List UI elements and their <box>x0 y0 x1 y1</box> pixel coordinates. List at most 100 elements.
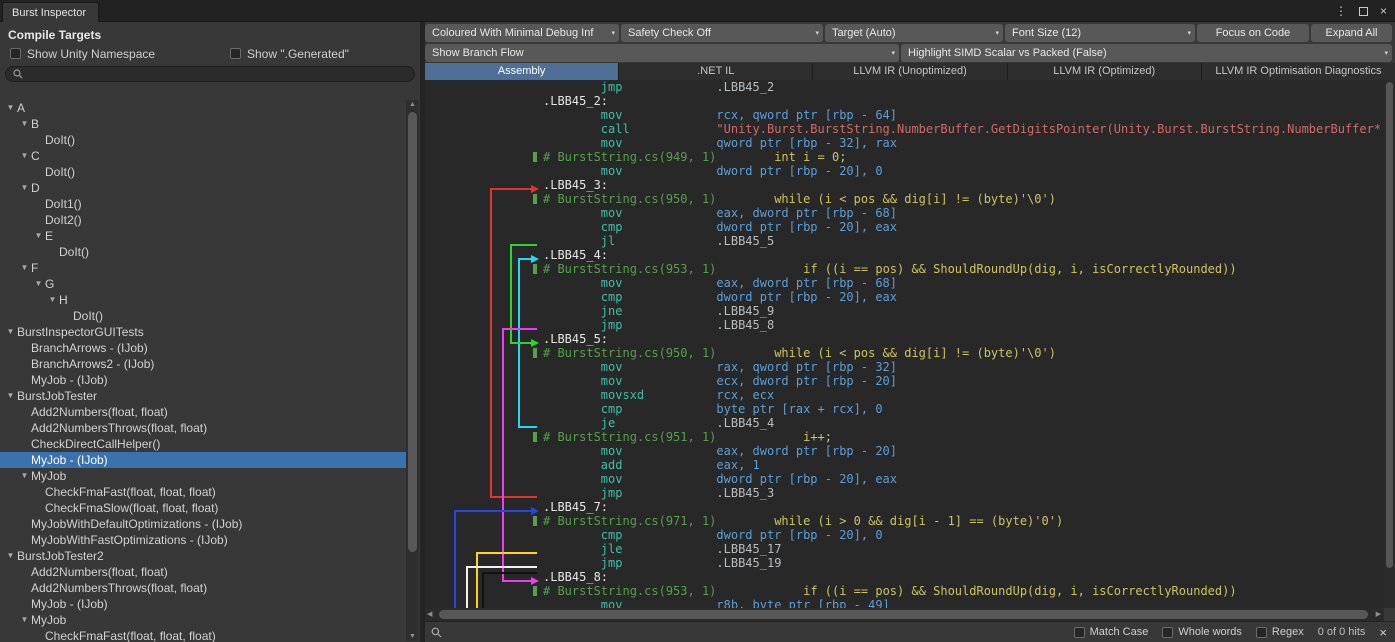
tab-assembly[interactable]: Assembly <box>425 63 619 80</box>
tree-item[interactable]: ▼BurstInspectorGUITests <box>0 324 406 340</box>
regex-checkbox[interactable] <box>1256 627 1267 638</box>
tree-item[interactable]: DoIt2() <box>0 212 406 228</box>
code-line: # BurstString.cs(953, 1) if ((i == pos) … <box>425 262 1384 276</box>
expand-all-button[interactable]: Expand All <box>1311 24 1392 42</box>
tree-item[interactable]: Add2NumbersThrows(float, float) <box>0 580 406 596</box>
tree-item[interactable]: DoIt() <box>0 244 406 260</box>
focus-on-code-button[interactable]: Focus on Code <box>1197 24 1309 42</box>
whole-words-toggle[interactable]: Whole words <box>1162 626 1242 638</box>
assembly-code-view[interactable]: jmp .LBB45_2.LBB45_2: mov rcx, qword ptr… <box>425 80 1384 608</box>
search-input[interactable] <box>28 68 407 80</box>
code-vertical-scrollbar[interactable] <box>1384 80 1395 608</box>
font-size-dropdown[interactable]: Font Size (12) ▾ <box>1005 24 1195 42</box>
show-branch-flow-dropdown[interactable]: Show Branch Flow ▾ <box>425 44 899 62</box>
fold-caret-icon[interactable]: ▼ <box>46 292 59 308</box>
tree-item[interactable]: MyJob - (IJob) <box>0 372 406 388</box>
fold-caret-icon[interactable]: ▼ <box>18 612 31 628</box>
code-line: mov rax, qword ptr [rbp - 32] <box>425 360 1384 374</box>
scroll-down-icon[interactable]: ▼ <box>406 633 419 640</box>
code-vscroll-thumb[interactable] <box>1386 82 1393 568</box>
fold-caret-icon[interactable]: ▼ <box>18 180 31 196</box>
fold-caret-icon[interactable]: ▼ <box>32 228 45 244</box>
chevron-down-icon: ▾ <box>815 29 819 37</box>
tree-scrollbar-thumb[interactable] <box>408 112 417 552</box>
tree-item[interactable]: ▼C <box>0 148 406 164</box>
tree-item[interactable]: DoIt() <box>0 132 406 148</box>
fold-caret-icon[interactable]: ▼ <box>18 116 31 132</box>
tree-item[interactable]: DoIt1() <box>0 196 406 212</box>
scroll-up-icon[interactable]: ▲ <box>406 101 419 108</box>
fold-caret-icon[interactable]: ▼ <box>4 548 17 564</box>
tree-item[interactable]: CheckFmaFast(float, float, float) <box>0 628 406 642</box>
tree-item[interactable]: BranchArrows2 - (IJob) <box>0 356 406 372</box>
fold-caret-icon[interactable]: ▼ <box>18 260 31 276</box>
show-unity-namespace-checkbox[interactable] <box>10 48 21 59</box>
tree-item[interactable]: ▼D <box>0 180 406 196</box>
tree-item[interactable]: ▼MyJob <box>0 612 406 628</box>
tree-item[interactable]: MyJobWithDefaultOptimizations - (IJob) <box>0 516 406 532</box>
tab-llvm-ir-optimized[interactable]: LLVM IR (Optimized) <box>1008 63 1202 80</box>
fold-caret-icon[interactable]: ▼ <box>32 276 45 292</box>
tree-item[interactable]: ▼MyJob <box>0 468 406 484</box>
show-unity-namespace-toggle[interactable]: Show Unity Namespace <box>10 47 230 61</box>
tree-item[interactable]: Add2NumbersThrows(float, float) <box>0 420 406 436</box>
chevron-down-icon: ▾ <box>995 29 999 37</box>
tree-search-field[interactable] <box>5 66 415 82</box>
show-generated-toggle[interactable]: Show ".Generated" <box>230 47 349 61</box>
highlight-simd-dropdown[interactable]: Highlight SIMD Scalar vs Packed (False) … <box>901 44 1392 62</box>
tree-item[interactable]: Add2Numbers(float, float) <box>0 564 406 580</box>
tree-item[interactable]: DoIt() <box>0 308 406 324</box>
tree-item[interactable]: MyJobWithFastOptimizations - (IJob) <box>0 532 406 548</box>
search-icon[interactable] <box>431 627 442 638</box>
show-unity-namespace-label: Show Unity Namespace <box>27 47 155 61</box>
search-icon <box>13 69 23 79</box>
tab-llvm-ir-unoptimized[interactable]: LLVM IR (Unoptimized) <box>813 63 1007 80</box>
maximize-icon[interactable] <box>1359 7 1368 16</box>
tree-scrollbar[interactable]: ▲ ▼ <box>406 100 419 641</box>
scroll-right-icon[interactable]: ▶ <box>1376 610 1381 618</box>
show-generated-checkbox[interactable] <box>230 48 241 59</box>
tree-item[interactable]: ▼E <box>0 228 406 244</box>
tree-item[interactable]: ▼F <box>0 260 406 276</box>
code-horizontal-scrollbar[interactable]: ◀ ▶ <box>425 608 1384 621</box>
fold-caret-icon[interactable]: ▼ <box>18 148 31 164</box>
menu-icon[interactable]: ⋮ <box>1335 4 1347 18</box>
tree-item[interactable]: BranchArrows - (IJob) <box>0 340 406 356</box>
match-case-checkbox[interactable] <box>1074 627 1085 638</box>
filter-options-row: Show Unity Namespace Show ".Generated" <box>0 44 420 62</box>
close-find-icon[interactable]: × <box>1379 626 1387 639</box>
fold-caret-icon[interactable]: ▼ <box>4 100 17 116</box>
whole-words-checkbox[interactable] <box>1162 627 1173 638</box>
match-case-toggle[interactable]: Match Case <box>1074 626 1149 638</box>
tree-item[interactable]: MyJob - (IJob) <box>0 596 406 612</box>
tab-llvm-ir-diagnostics[interactable]: LLVM IR Optimisation Diagnostics <box>1202 63 1395 80</box>
tree-item[interactable]: ▼BurstJobTester <box>0 388 406 404</box>
target-dropdown-label: Target (Auto) <box>832 27 896 39</box>
target-dropdown[interactable]: Target (Auto) ▾ <box>825 24 1003 42</box>
chevron-down-icon: ▾ <box>1187 29 1191 37</box>
tree-item[interactable]: ▼B <box>0 116 406 132</box>
debug-information-dropdown[interactable]: Coloured With Minimal Debug Inf ▾ <box>425 24 619 42</box>
fold-caret-icon[interactable]: ▼ <box>18 468 31 484</box>
tree-item-label: Add2NumbersThrows(float, float) <box>31 580 207 596</box>
safety-check-dropdown[interactable]: Safety Check Off ▾ <box>621 24 823 42</box>
tab-net-il[interactable]: .NET IL <box>619 63 813 80</box>
tree-item[interactable]: CheckDirectCallHelper() <box>0 436 406 452</box>
scroll-left-icon[interactable]: ◀ <box>427 610 432 618</box>
code-hscroll-thumb[interactable] <box>439 610 1368 619</box>
tree-item[interactable]: ▼A <box>0 100 406 116</box>
tree-item[interactable]: ▼G <box>0 276 406 292</box>
tree-item[interactable]: ▼H <box>0 292 406 308</box>
fold-caret-icon[interactable]: ▼ <box>4 388 17 404</box>
tree-item[interactable]: CheckFmaSlow(float, float, float) <box>0 500 406 516</box>
close-icon[interactable]: × <box>1380 4 1387 18</box>
tree-item[interactable]: Add2Numbers(float, float) <box>0 404 406 420</box>
tree-item[interactable]: DoIt() <box>0 164 406 180</box>
tree-item[interactable]: CheckFmaFast(float, float, float) <box>0 484 406 500</box>
window-tab-burst-inspector[interactable]: Burst Inspector <box>2 2 99 22</box>
fold-caret-icon[interactable]: ▼ <box>4 324 17 340</box>
tree-item[interactable]: MyJob - (IJob) <box>0 452 406 468</box>
match-case-label: Match Case <box>1090 626 1149 638</box>
regex-toggle[interactable]: Regex <box>1256 626 1304 638</box>
tree-item[interactable]: ▼BurstJobTester2 <box>0 548 406 564</box>
